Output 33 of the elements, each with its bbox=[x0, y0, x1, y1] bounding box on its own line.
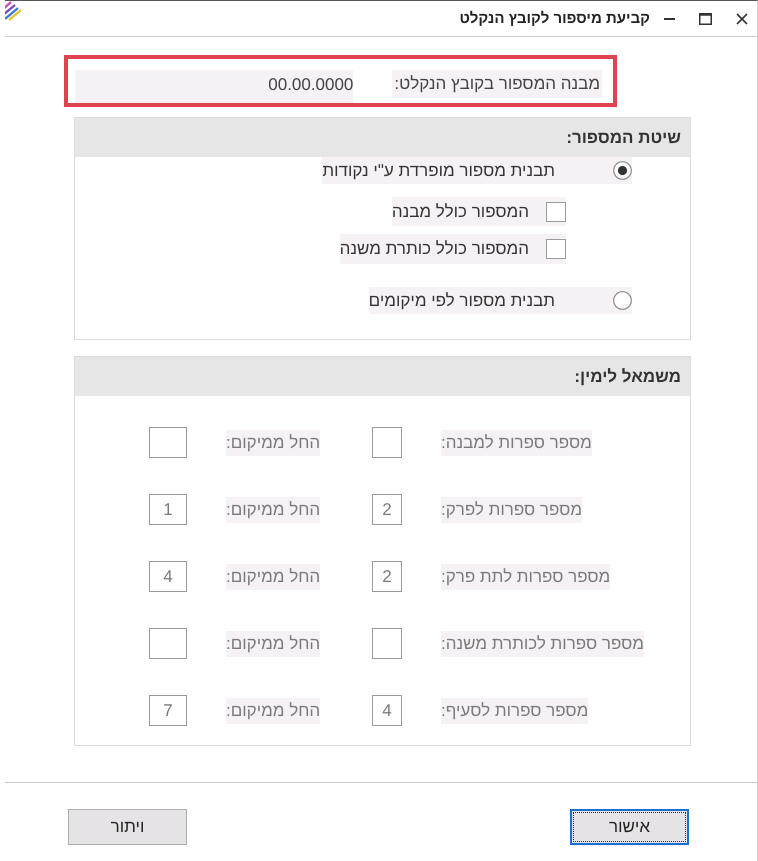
section-header: שיטת המספור: bbox=[75, 118, 690, 157]
radio-button[interactable] bbox=[613, 161, 632, 180]
start-position-label: החל ממיקום: bbox=[226, 430, 320, 456]
checkbox-option[interactable]: המספור כולל מבנה bbox=[392, 197, 566, 226]
checkbox[interactable] bbox=[546, 202, 566, 222]
format-value-field[interactable]: 00.00.0000 bbox=[75, 70, 354, 103]
checkbox-option[interactable]: המספור כולל כותרת משנה bbox=[340, 234, 566, 264]
start-position-label: החל ממיקום: bbox=[226, 564, 320, 590]
minimize-icon[interactable] bbox=[664, 18, 675, 20]
start-position-label: החל ממיקום: bbox=[226, 496, 320, 522]
digits-label: מספר ספרות לכותרת משנה: bbox=[441, 630, 644, 656]
option-label[interactable]: המספור כולל מבנה bbox=[392, 202, 529, 222]
section-header: משמאל לימין: bbox=[75, 357, 690, 396]
option-label[interactable]: המספור כולל כותרת משנה bbox=[340, 239, 529, 259]
close-icon[interactable] bbox=[736, 12, 748, 24]
radio-option[interactable]: תבנית מספור לפי מיקומים bbox=[368, 287, 632, 314]
radio-option[interactable]: תבנית מספור מופרדת ע"י נקודות bbox=[322, 157, 632, 184]
cancel-button[interactable]: ויתור bbox=[68, 809, 187, 845]
radio-button[interactable] bbox=[613, 291, 632, 310]
start-position-label: החל ממיקום: bbox=[226, 698, 320, 724]
checkbox[interactable] bbox=[546, 239, 566, 259]
digits-label: מספר ספרות לתת פרק: bbox=[441, 564, 610, 590]
ok-button[interactable]: אישור bbox=[570, 809, 689, 845]
option-label[interactable]: תבנית מספור מופרדת ע"י נקודות bbox=[322, 160, 555, 180]
window-title: קביעת מיספור לקובץ הנקלט bbox=[459, 10, 650, 27]
maximize-icon[interactable] bbox=[699, 12, 712, 24]
digits-label: מספר ספרות לסעיף: bbox=[441, 698, 588, 724]
digits-label: מספר ספרות לפרק: bbox=[441, 496, 582, 522]
option-label[interactable]: תבנית מספור לפי מיקומים bbox=[368, 290, 555, 310]
stripes-icon bbox=[5, 1, 21, 21]
start-position-label: החל ממיקום: bbox=[226, 630, 320, 656]
digits-label: מספר ספרות למבנה: bbox=[441, 430, 592, 456]
format-label: מבנה המספור בקובץ הנקלט: bbox=[392, 70, 602, 98]
